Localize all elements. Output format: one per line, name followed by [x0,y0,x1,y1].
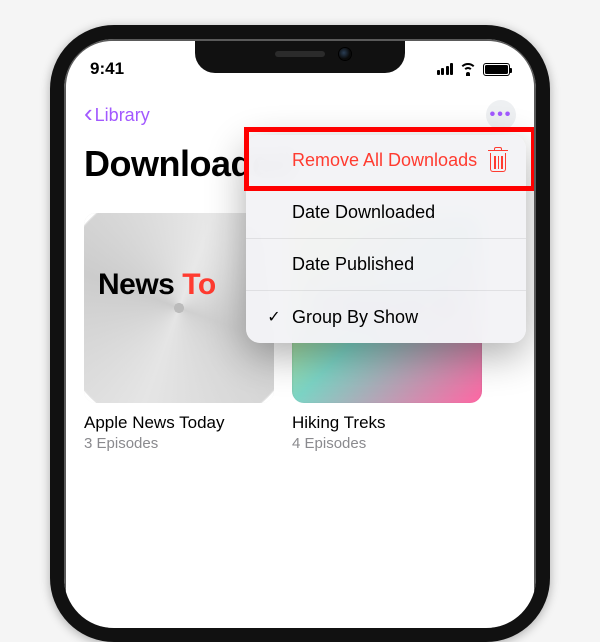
date-published-item[interactable]: Date Published [246,239,526,291]
checkmark-icon: ✓ [264,307,284,327]
chevron-left-icon: ‹ [84,100,93,126]
ellipsis-icon: ••• [490,106,513,124]
group-by-show-item[interactable]: ✓Group By Show [246,291,526,343]
annotation-highlight [244,127,534,191]
status-time: 9:41 [90,59,124,79]
podcast-subtitle: 4 Episodes [292,435,482,452]
more-button[interactable]: ••• [486,100,516,130]
date-downloaded-item[interactable]: Date Downloaded [246,187,526,239]
podcast-subtitle: 3 Episodes [84,435,274,452]
notch [195,41,405,73]
podcast-title: Hiking Treks [292,413,482,433]
screen: 9:41 ‹ Library ••• Downloaded [66,41,534,628]
podcast-title: Apple News Today [84,413,274,433]
wifi-icon [459,63,477,76]
battery-icon [483,63,510,76]
back-label: Library [95,105,150,126]
phone-frame: 9:41 ‹ Library ••• Downloaded [50,25,550,642]
cellular-icon [437,63,454,75]
back-button[interactable]: ‹ Library [84,102,150,128]
